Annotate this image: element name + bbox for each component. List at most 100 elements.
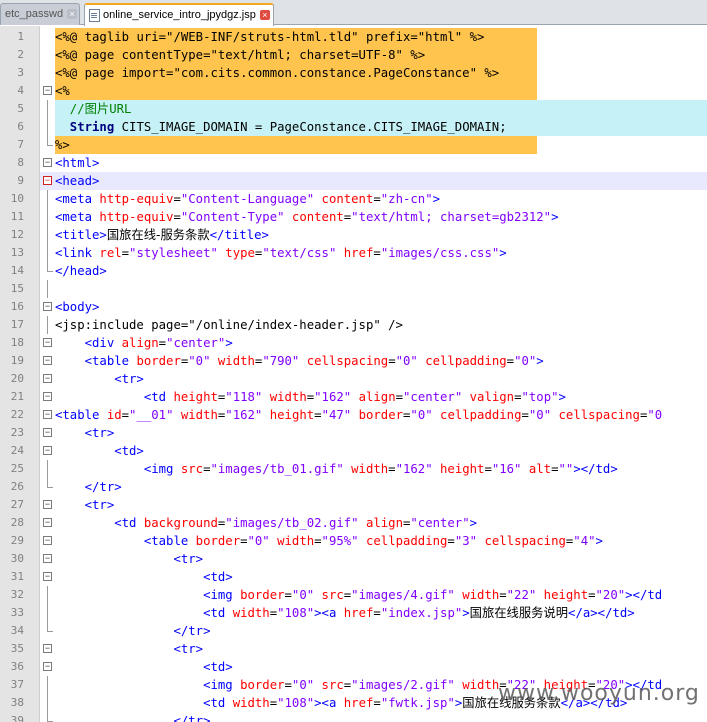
code-line[interactable]: 27 − <tr> xyxy=(0,496,707,514)
code-token: = xyxy=(373,246,381,260)
code-line[interactable]: 2 <%@ page contentType="text/html; charse… xyxy=(0,46,707,64)
code-token: <%@ page import="com.cits.common.constan… xyxy=(55,66,500,80)
close-icon[interactable]: × xyxy=(67,9,78,20)
code-line[interactable]: 32 <img border="0" src="images/4.gif" wi… xyxy=(0,586,707,604)
code-line[interactable]: 18 − <div align="center"> xyxy=(0,334,707,352)
code-line[interactable]: 11 <meta http-equiv="Content-Type" conten… xyxy=(0,208,707,226)
code-line[interactable]: 8 − <html> xyxy=(0,154,707,172)
code-line[interactable]: 10 <meta http-equiv="Content-Language" co… xyxy=(0,190,707,208)
fold-toggle-icon[interactable]: − xyxy=(43,392,52,401)
fold-end-guide xyxy=(47,487,53,488)
tab-label: etc_passwd xyxy=(5,8,64,20)
code-line[interactable]: 7 %> xyxy=(0,136,707,154)
code-token: <img xyxy=(55,678,241,692)
code-token: = xyxy=(314,408,322,422)
code-line[interactable]: 39 </tr> xyxy=(0,712,707,722)
fold-toggle-icon[interactable]: − xyxy=(43,644,52,653)
code-token: id xyxy=(106,408,122,422)
code-token: width xyxy=(232,696,270,710)
code-token: = xyxy=(373,192,381,206)
code-token: cellspacing xyxy=(551,408,640,422)
code-text: <tr> xyxy=(55,424,115,442)
tab-label: online_service_intro_jpydgz.jsp xyxy=(103,9,256,21)
code-line[interactable]: 16 − <body> xyxy=(0,298,707,316)
code-line[interactable]: 24 − <td> xyxy=(0,442,707,460)
code-line[interactable]: 17 <jsp:include page="/online/index-heade… xyxy=(0,316,707,334)
code-line[interactable]: 4 − <% xyxy=(0,82,707,100)
code-token: "0 xyxy=(647,408,663,422)
fold-toggle-icon[interactable]: − xyxy=(43,338,52,347)
code-line[interactable]: 22− <table id="__01" width="162" height="… xyxy=(0,406,707,424)
code-line[interactable]: 23 − <tr> xyxy=(0,424,707,442)
fold-toggle-icon[interactable]: − xyxy=(43,176,52,185)
line-number: 1 xyxy=(17,30,24,43)
tab-etc-passwd[interactable]: etc_passwd × xyxy=(0,3,80,25)
code-line[interactable]: 20 − <tr> xyxy=(0,370,707,388)
fold-toggle-icon[interactable]: − xyxy=(43,86,52,95)
code-token: content xyxy=(284,210,344,224)
code-line[interactable]: 9 − <head> xyxy=(0,172,707,190)
code-token: 国旅在线服务说明 xyxy=(469,606,569,620)
current-line-highlight xyxy=(40,172,707,190)
code-text: <% xyxy=(55,82,70,100)
code-line[interactable]: 14 </head> xyxy=(0,262,707,280)
code-editor[interactable]: 1 <%@ taglib uri="/WEB-INF/struts-html.tl… xyxy=(0,26,707,722)
code-line[interactable]: 25 <img src="images/tb_01.gif" width="16… xyxy=(0,460,707,478)
fold-toggle-icon[interactable]: − xyxy=(43,446,52,455)
fold-toggle-icon[interactable]: − xyxy=(43,518,52,527)
fold-toggle-icon[interactable]: − xyxy=(43,374,52,383)
fold-toggle-icon[interactable]: − xyxy=(43,572,52,581)
code-line[interactable]: 34 </tr> xyxy=(0,622,707,640)
code-text: </tr> xyxy=(55,622,210,640)
code-line[interactable]: 3 <%@ page import="com.cits.common.consta… xyxy=(0,64,707,82)
code-token: = xyxy=(506,354,515,368)
code-line[interactable]: 36 − <td> xyxy=(0,658,707,676)
code-line[interactable]: 28 − <td background="images/tb_02.gif" al… xyxy=(0,514,707,532)
code-line[interactable]: 29− <table border="0" width="95%" cellpa… xyxy=(0,532,707,550)
fold-toggle-icon[interactable]: − xyxy=(43,302,52,311)
fold-end-guide xyxy=(47,631,53,632)
code-line[interactable]: 21− <td height="118" width="162" align="… xyxy=(0,388,707,406)
close-icon[interactable]: × xyxy=(259,10,270,21)
code-line[interactable]: 31 − <td> xyxy=(0,568,707,586)
fold-toggle-icon[interactable]: − xyxy=(43,428,52,437)
code-token: "images/tb_01.gif" xyxy=(210,462,344,476)
code-token: </head> xyxy=(55,264,107,278)
code-token: <tr> xyxy=(55,372,144,386)
code-text: <%@ page import="com.cits.common.constan… xyxy=(55,64,499,82)
fold-toggle-icon[interactable]: − xyxy=(43,536,52,545)
line-number: 23 xyxy=(10,426,24,439)
line-number: 8 xyxy=(17,156,24,169)
code-line[interactable]: 1 <%@ taglib uri="/WEB-INF/struts-html.tl… xyxy=(0,28,707,46)
line-number: 6 xyxy=(17,120,24,133)
code-token: <table xyxy=(55,408,107,422)
fold-guide xyxy=(47,280,48,298)
code-token: = xyxy=(395,390,404,404)
code-line[interactable]: 30 − <tr> xyxy=(0,550,707,568)
code-token: = xyxy=(499,588,507,602)
tab-online-service-intro[interactable]: online_service_intro_jpydgz.jsp × xyxy=(84,3,274,26)
fold-toggle-icon[interactable]: − xyxy=(43,662,52,671)
code-token: <meta xyxy=(55,210,100,224)
fold-toggle-icon[interactable]: − xyxy=(43,500,52,509)
code-line[interactable]: 33 <td width="108"><a href="index.jsp">国… xyxy=(0,604,707,622)
code-line[interactable]: 35 − <tr> xyxy=(0,640,707,658)
fold-toggle-icon[interactable]: − xyxy=(43,410,52,419)
line-number: 29 xyxy=(10,534,24,547)
code-line[interactable]: 13 <link rel="stylesheet" type="text/css"… xyxy=(0,244,707,262)
code-token: width xyxy=(454,678,500,692)
fold-toggle-icon[interactable]: − xyxy=(43,356,52,365)
code-token: </tr> xyxy=(55,624,211,638)
code-line[interactable]: 19− <table border="0" width="790" cellsp… xyxy=(0,352,707,370)
code-line[interactable]: 26 </tr> xyxy=(0,478,707,496)
line-number: 14 xyxy=(10,264,24,277)
code-line[interactable]: 15 xyxy=(0,280,707,298)
fold-guide xyxy=(47,244,48,262)
code-token: = xyxy=(373,696,381,710)
code-line[interactable]: 6 String CITS_IMAGE_DOMAIN = PageConstan… xyxy=(0,118,707,136)
code-line[interactable]: 5 //图片URL xyxy=(0,100,707,118)
fold-guide xyxy=(47,622,48,631)
code-line[interactable]: 12 <title>国旅在线-服务条款</title> xyxy=(0,226,707,244)
fold-toggle-icon[interactable]: − xyxy=(43,554,52,563)
fold-toggle-icon[interactable]: − xyxy=(43,158,52,167)
